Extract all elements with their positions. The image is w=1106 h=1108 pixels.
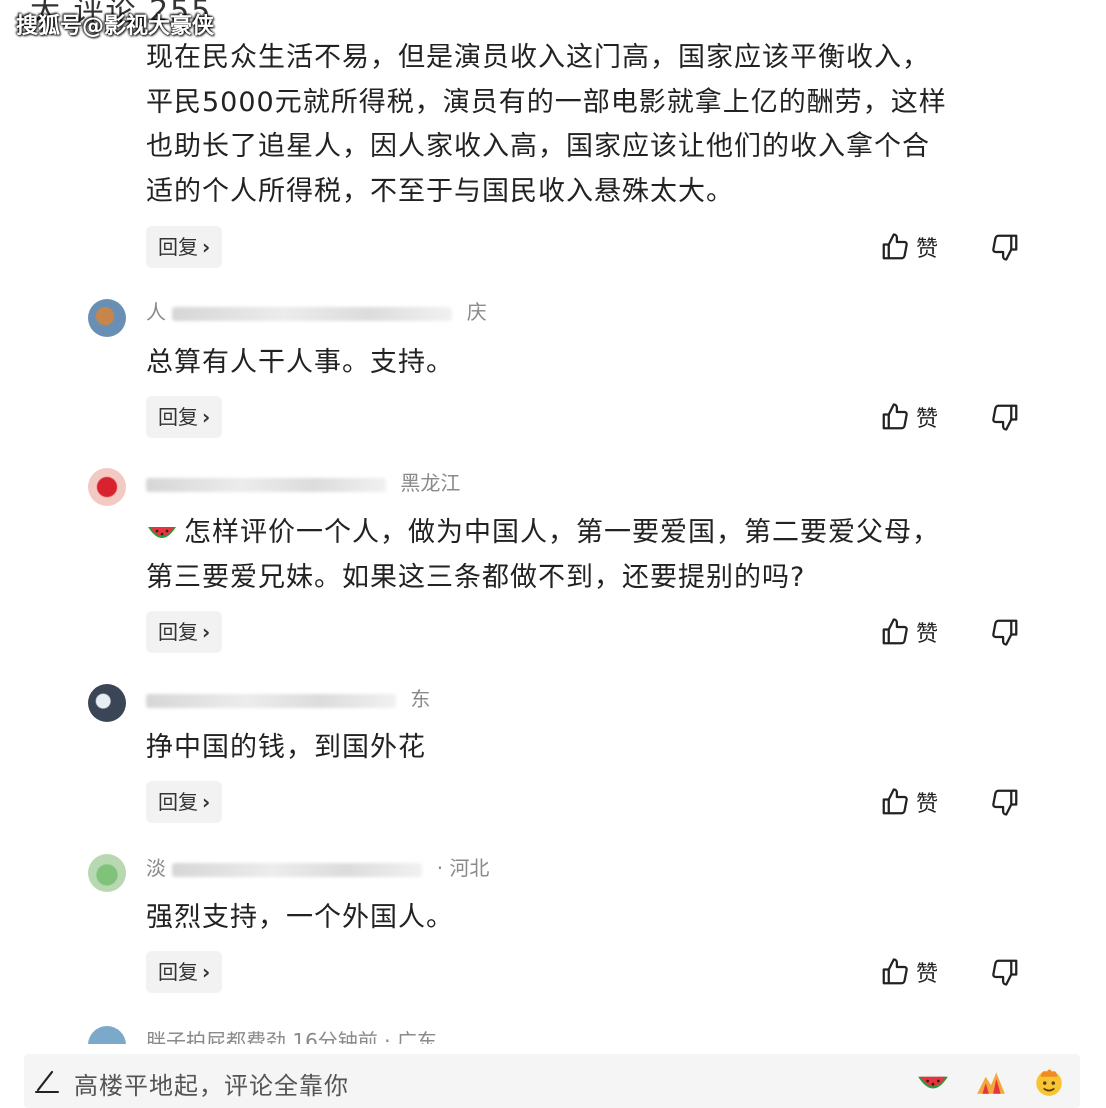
blurred-username: [146, 477, 386, 492]
avatar[interactable]: [88, 299, 126, 337]
fire-face-icon[interactable]: [1032, 1064, 1066, 1098]
reply-button[interactable]: 回复 ›: [146, 611, 223, 653]
thumbs-down-icon: [992, 789, 1018, 816]
comment-text: 挣中国的钱，到国外花: [146, 732, 426, 763]
reply-button[interactable]: 回复 ›: [146, 951, 223, 993]
dislike-button[interactable]: [990, 614, 1022, 650]
thumbs-up-icon: [882, 403, 908, 430]
thumbs-up-icon: [882, 958, 908, 985]
thumbs-down-icon: [992, 234, 1018, 261]
comment-input-placeholder[interactable]: 高楼平地起，评论全靠你: [74, 1066, 349, 1101]
mountain-icon[interactable]: [974, 1064, 1008, 1098]
thumbs-up-icon: [882, 233, 908, 260]
avatar[interactable]: [88, 468, 126, 506]
chevron-right-icon: ›: [202, 790, 211, 814]
thumbs-down-icon: [992, 959, 1018, 986]
like-button[interactable]: 赞: [880, 954, 938, 990]
comment-meta: 人 庆: [146, 300, 487, 324]
dislike-button[interactable]: [990, 954, 1022, 990]
comment-meta: 胖子拍屁都费劲 16分钟前 · 广东: [146, 1029, 437, 1044]
thumbs-down-icon: [992, 619, 1018, 646]
blurred-username: [172, 306, 453, 321]
comment-text: 强烈支持，一个外国人。: [146, 902, 454, 933]
chevron-right-icon: ›: [202, 620, 211, 644]
watermark: 搜狐号@影视大豪侠: [16, 14, 215, 39]
comment-meta: 东: [146, 686, 430, 712]
watermelon-icon: [148, 527, 176, 538]
thumbs-down-icon: [992, 404, 1018, 431]
comment-input-bar[interactable]: 高楼平地起，评论全靠你: [24, 1054, 1080, 1108]
chevron-right-icon: ›: [202, 405, 211, 429]
dislike-button[interactable]: [990, 399, 1022, 435]
like-button[interactable]: 赞: [880, 784, 938, 820]
reply-button[interactable]: 回复 ›: [146, 226, 223, 268]
like-button[interactable]: 赞: [880, 614, 938, 650]
comment-item-6: 胖子拍屁都费劲 16分钟前 · 广东: [0, 1022, 1106, 1044]
blurred-username: [146, 693, 396, 708]
blurred-username: [172, 862, 423, 877]
avatar[interactable]: [88, 1026, 126, 1044]
chevron-right-icon: ›: [202, 235, 211, 259]
reply-button[interactable]: 回复 ›: [146, 396, 223, 438]
comment-text: 怎样评价一个人，做为中国人，第一要爱国，第二要爱父母， 第三要爱兄妹。如果这三条…: [146, 517, 940, 593]
comment-text: 现在民众生活不易，但是演员收入这门高，国家应该平衡收入， 平民5000元就所得税…: [146, 42, 947, 207]
avatar[interactable]: [88, 854, 126, 892]
comment-meta: 淡 · 河北: [146, 856, 490, 880]
thumbs-up-icon: [882, 618, 908, 645]
chevron-right-icon: ›: [202, 960, 211, 984]
thumbs-up-icon: [882, 788, 908, 815]
dislike-button[interactable]: [990, 229, 1022, 265]
reply-button[interactable]: 回复 ›: [146, 781, 223, 823]
like-button[interactable]: 赞: [880, 399, 938, 435]
comment-text: 总算有人干人事。支持。: [146, 347, 454, 378]
pen-icon: [35, 1070, 59, 1093]
dislike-button[interactable]: [990, 784, 1022, 820]
comment-meta: 黑龙江: [146, 470, 460, 496]
avatar[interactable]: [88, 684, 126, 722]
watermelon-icon[interactable]: [916, 1064, 950, 1098]
like-button[interactable]: 赞: [880, 229, 938, 265]
